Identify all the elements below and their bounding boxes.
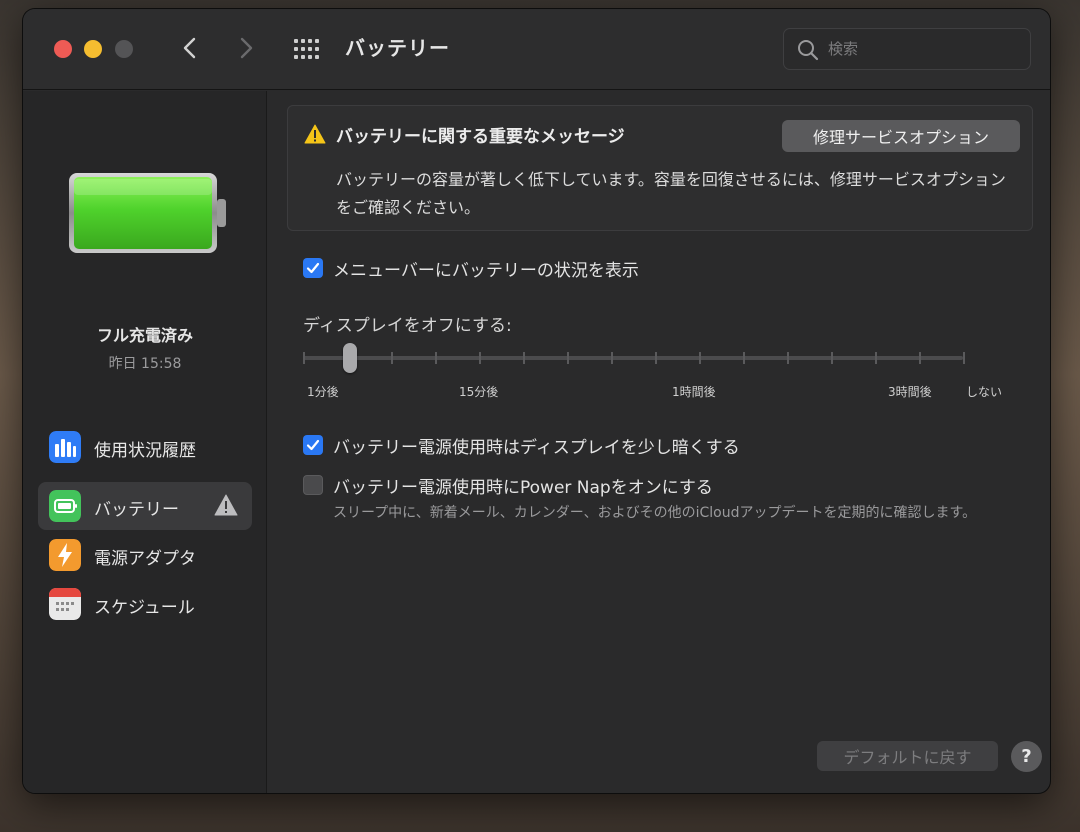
menubar-status-checkbox[interactable] — [303, 258, 323, 278]
warning-icon — [304, 124, 326, 144]
sidebar-item-label: バッテリー — [94, 500, 179, 520]
display-off-slider-thumb[interactable] — [343, 343, 357, 373]
search-field[interactable] — [783, 28, 1031, 70]
warning-icon — [214, 494, 238, 516]
forward-button[interactable] — [231, 31, 261, 65]
tick-label-never: しない — [966, 385, 1003, 399]
close-button[interactable] — [54, 40, 72, 58]
minimize-button[interactable] — [84, 40, 102, 58]
slider-tick — [699, 352, 701, 364]
message-title: バッテリーに関する重要なメッセージ — [336, 127, 625, 147]
slider-tick — [479, 352, 481, 364]
show-all-button[interactable] — [293, 37, 323, 61]
charge-status: フル充電済み — [96, 326, 193, 345]
slider-tick — [655, 352, 657, 364]
battery-icon — [49, 490, 81, 522]
power-nap-description: スリープ中に、新着メール、カレンダー、およびその他のiCloudアップデートを定… — [333, 505, 977, 521]
slider-tick — [919, 352, 921, 364]
sidebar-item-label: スケジュール — [94, 598, 195, 618]
tick-label-1min: 1分後 — [307, 385, 339, 399]
battery-full-icon — [69, 173, 226, 253]
bar-chart-icon — [49, 431, 81, 463]
dim-display-label: バッテリー電源使用時はディスプレイを少し暗くする — [333, 438, 740, 458]
grid-icon — [294, 39, 319, 59]
display-off-label: ディスプレイをオフにする: — [303, 316, 512, 336]
important-message-box: バッテリーに関する重要なメッセージ 修理サービスオプション バッテリーの容量が著… — [287, 105, 1033, 231]
chevron-left-icon — [183, 37, 196, 59]
lightning-bolt-icon — [49, 539, 81, 571]
message-body: バッテリーの容量が著しく低下しています。容量を回復させるには、修理サービスオプシ… — [336, 170, 1006, 217]
zoom-button[interactable] — [115, 40, 133, 58]
slider-tick — [875, 352, 877, 364]
restore-defaults-button[interactable]: デフォルトに戻す — [817, 741, 998, 771]
sidebar-item-battery[interactable]: バッテリー — [38, 482, 252, 530]
calendar-icon — [49, 588, 81, 620]
sidebar-item-usage-history[interactable]: 使用状況履歴 — [38, 423, 252, 471]
charge-timestamp: 昨日 15:58 — [108, 356, 182, 372]
chevron-right-icon — [240, 37, 253, 59]
tick-label-3hours: 3時間後 — [888, 385, 932, 399]
sidebar: フル充電済み 昨日 15:58 使用状況履歴 バッテリー 電源アダプタ スケジュ… — [23, 91, 267, 793]
checkmark-icon — [306, 439, 320, 451]
slider-tick — [567, 352, 569, 364]
sidebar-item-label: 電源アダプタ — [94, 549, 196, 569]
slider-tick — [611, 352, 613, 364]
display-off-slider[interactable] — [303, 356, 963, 360]
power-nap-label: バッテリー電源使用時にPower Napをオンにする — [333, 478, 713, 498]
preferences-window: バッテリー フル充電済み 昨日 15:58 — [23, 9, 1050, 793]
slider-tick — [963, 352, 965, 364]
slider-tick — [303, 352, 305, 364]
slider-tick — [435, 352, 437, 364]
battery-pane: バッテリーに関する重要なメッセージ 修理サービスオプション バッテリーの容量が著… — [267, 91, 1050, 793]
titlebar: バッテリー — [23, 9, 1050, 90]
sidebar-item-schedule[interactable]: スケジュール — [38, 580, 252, 628]
repair-options-button[interactable]: 修理サービスオプション — [782, 120, 1020, 152]
tick-label-15min: 15分後 — [459, 385, 499, 399]
slider-tick — [831, 352, 833, 364]
checkmark-icon — [306, 262, 320, 274]
power-nap-checkbox[interactable] — [303, 475, 323, 495]
search-input[interactable] — [828, 37, 1018, 61]
tick-label-1hour: 1時間後 — [672, 385, 716, 399]
slider-tick — [787, 352, 789, 364]
window-title: バッテリー — [345, 36, 450, 60]
slider-tick — [523, 352, 525, 364]
slider-tick — [743, 352, 745, 364]
dim-display-checkbox[interactable] — [303, 435, 323, 455]
help-button[interactable]: ? — [1011, 741, 1042, 772]
sidebar-item-label: 使用状況履歴 — [94, 441, 196, 461]
back-button[interactable] — [175, 31, 205, 65]
search-icon — [798, 40, 819, 61]
slider-tick — [391, 352, 393, 364]
menubar-status-label: メニューバーにバッテリーの状況を表示 — [333, 261, 639, 281]
sidebar-item-power-adapter[interactable]: 電源アダプタ — [38, 531, 252, 579]
